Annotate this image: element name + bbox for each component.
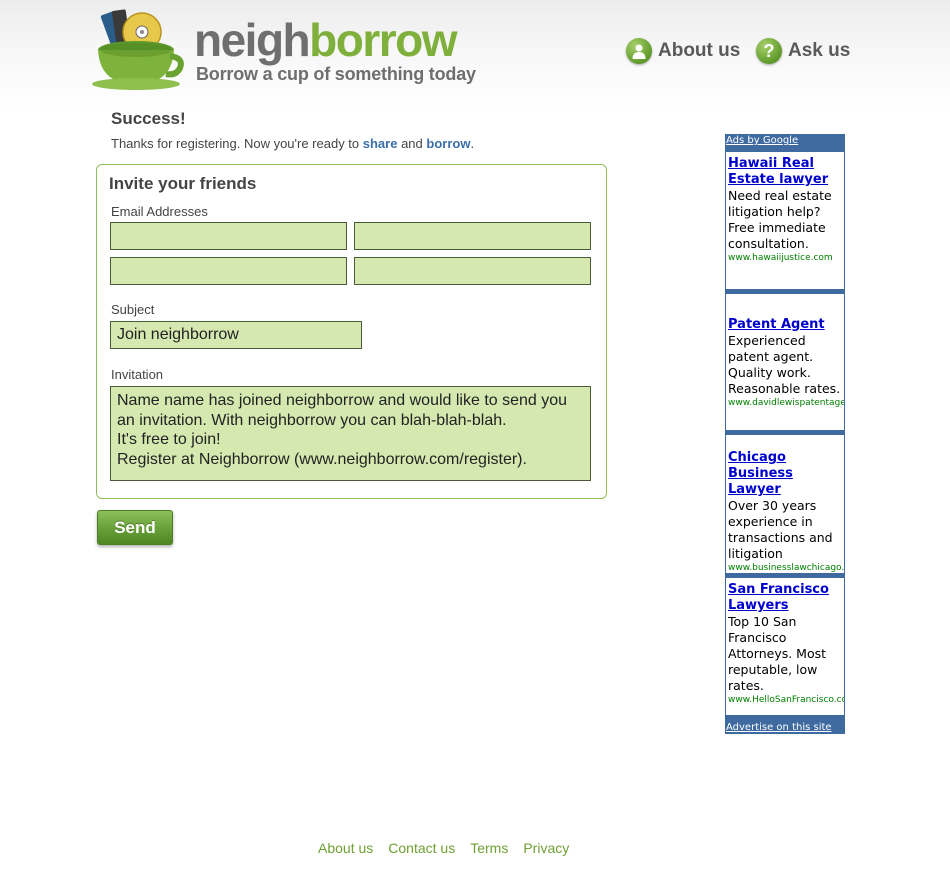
ad-url[interactable]: www.businesslawchicago.com bbox=[728, 562, 844, 573]
logo-cup-icon[interactable] bbox=[92, 6, 184, 90]
ad-item[interactable]: San Francisco Lawyers Top 10 San Francis… bbox=[726, 578, 844, 715]
footer-nav: About us Contact us Terms Privacy bbox=[318, 840, 584, 856]
logo-word-part2: borrow bbox=[309, 14, 457, 66]
ad-description: Experienced patent agent. Quality work. … bbox=[728, 333, 841, 396]
nav-about-label: About us bbox=[658, 40, 741, 61]
nav-about-us[interactable]: About us bbox=[626, 38, 740, 64]
ad-title[interactable]: Hawaii Real Estate lawyer bbox=[728, 156, 842, 188]
subject-label: Subject bbox=[111, 302, 155, 317]
advertise-link[interactable]: Advertise on this site bbox=[726, 722, 832, 733]
email-field-2[interactable] bbox=[354, 222, 591, 250]
borrow-link[interactable]: borrow bbox=[426, 136, 470, 151]
logo-wordmark[interactable]: neighborrow bbox=[194, 14, 458, 66]
ad-title[interactable]: Patent Agent bbox=[728, 317, 842, 333]
invitation-field[interactable]: Name name has joined neighborrow and wou… bbox=[110, 386, 591, 481]
ad-description: Over 30 years experience in transactions… bbox=[728, 498, 833, 561]
tagline: Borrow a cup of something today bbox=[196, 64, 476, 84]
user-icon bbox=[626, 38, 652, 64]
success-text: Thanks for registering. Now you're ready… bbox=[111, 136, 474, 151]
send-button[interactable]: Send bbox=[97, 510, 173, 545]
success-period: . bbox=[470, 136, 475, 151]
ad-item[interactable]: Hawaii Real Estate lawyer Need real esta… bbox=[726, 152, 844, 289]
ad-url[interactable]: www.HelloSanFrancisco.com bbox=[728, 694, 844, 706]
ad-description: Top 10 San Francisco Attorneys. Most rep… bbox=[728, 614, 827, 693]
email-field-1[interactable] bbox=[110, 222, 347, 250]
ad-title[interactable]: Chicago Business Lawyer bbox=[728, 450, 842, 498]
logo-word-part1: neigh bbox=[194, 14, 311, 66]
email-field-3[interactable] bbox=[110, 257, 347, 285]
footer-about-link[interactable]: About us bbox=[318, 840, 373, 856]
subject-field[interactable] bbox=[110, 321, 362, 349]
ads-panel: Ads by Google Hawaii Real Estate lawyer … bbox=[725, 134, 845, 734]
ad-item[interactable]: Chicago Business Lawyer Over 30 years ex… bbox=[726, 435, 844, 573]
nav-ask-us[interactable]: ? Ask us bbox=[756, 38, 850, 64]
footer-terms-link[interactable]: Terms bbox=[470, 840, 508, 856]
ad-title[interactable]: San Francisco Lawyers bbox=[728, 582, 842, 614]
email-field-4[interactable] bbox=[354, 257, 591, 285]
footer-privacy-link[interactable]: Privacy bbox=[523, 840, 569, 856]
success-title: Success! bbox=[111, 109, 186, 128]
ad-url[interactable]: www.davidlewispatentagent.com bbox=[728, 397, 844, 409]
nav-ask-label: Ask us bbox=[788, 40, 851, 61]
question-icon: ? bbox=[756, 38, 782, 64]
invite-title: Invite your friends bbox=[109, 174, 257, 193]
ad-url[interactable]: www.hawaiijustice.com bbox=[728, 252, 842, 264]
ads-by-google-link[interactable]: Ads by Google bbox=[726, 135, 798, 146]
invite-panel: Invite your friends Email Addresses Subj… bbox=[96, 164, 607, 499]
ad-item[interactable]: Patent Agent Experienced patent agent. Q… bbox=[726, 294, 844, 430]
footer-contact-link[interactable]: Contact us bbox=[388, 840, 455, 856]
email-addresses-label: Email Addresses bbox=[111, 204, 208, 219]
share-link[interactable]: share bbox=[363, 136, 398, 151]
success-and: and bbox=[397, 136, 427, 151]
invitation-label: Invitation bbox=[111, 367, 164, 382]
ad-description: Need real estate litigation help? Free i… bbox=[728, 188, 832, 251]
success-text-before: Thanks for registering. Now you're ready… bbox=[111, 136, 363, 151]
